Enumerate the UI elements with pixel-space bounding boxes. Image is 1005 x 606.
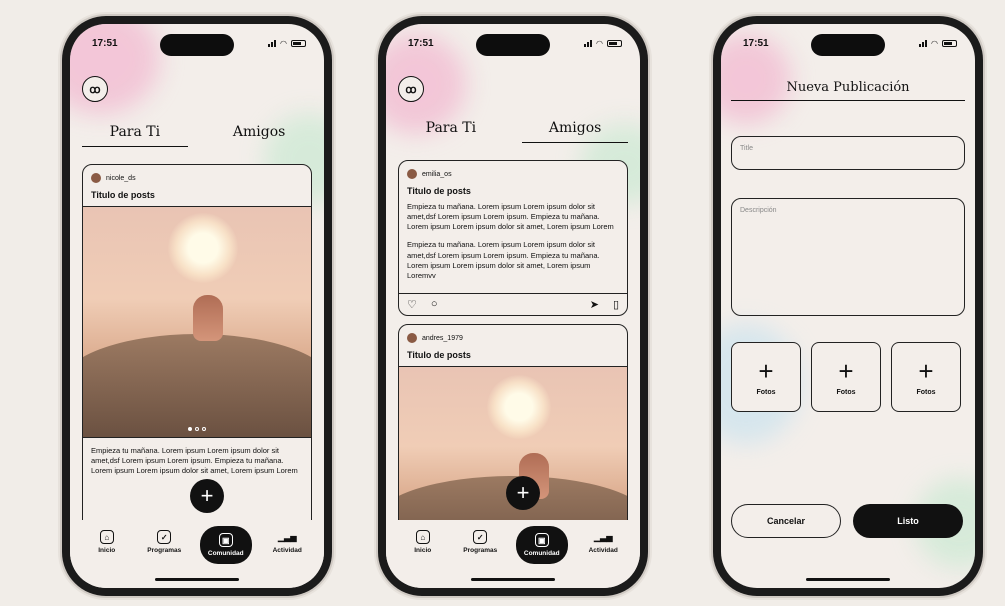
feed-tabs: Para Ti Amigos <box>398 120 628 143</box>
post-body: Empieza tu mañana. Lorem ipsum Lorem ips… <box>91 446 298 476</box>
status-icons: ◠ <box>919 39 957 48</box>
nav-inicio[interactable]: ⌂ Inicio <box>401 530 445 554</box>
tab-amigos[interactable]: Amigos <box>206 124 312 147</box>
new-post-button[interactable]: + <box>506 476 540 510</box>
status-icons: ◠ <box>268 39 306 48</box>
cancel-button[interactable]: Cancelar <box>731 504 841 538</box>
screen: 17:51 ◠ Nueva Publicación Title Descripc… <box>721 24 975 588</box>
comment-icon[interactable]: ○ <box>431 298 438 311</box>
post-header: emilia_os Titulo de posts <box>399 161 627 202</box>
add-photo-button[interactable]: + Fotos <box>811 342 881 412</box>
status-time: 17:51 <box>743 38 769 49</box>
username: andres_1979 <box>422 334 463 342</box>
page-title: Nueva Publicación <box>731 80 965 101</box>
home-indicator <box>806 578 890 581</box>
carousel-dots[interactable] <box>188 427 206 431</box>
home-icon: ⌂ <box>415 530 430 544</box>
post-title: Titulo de posts <box>407 186 471 196</box>
post-header: andres_1979 Titulo de posts <box>399 325 627 366</box>
tab-para-ti[interactable]: Para Ti <box>82 124 188 147</box>
app-logo[interactable]: ꝏ <box>398 76 424 102</box>
username: emilia_os <box>422 170 452 178</box>
sun-shape <box>487 375 551 439</box>
status-time: 17:51 <box>92 38 118 49</box>
activity-icon: ▁▃▅ <box>594 532 613 542</box>
post-image[interactable] <box>83 206 311 438</box>
nav-inicio[interactable]: ⌂ Inicio <box>85 530 129 554</box>
plus-icon: + <box>918 356 934 386</box>
community-icon: ▣ <box>218 533 233 547</box>
post-user[interactable]: andres_1979 <box>407 333 619 343</box>
home-indicator <box>471 578 555 581</box>
avatar[interactable] <box>91 173 101 183</box>
post-user[interactable]: nicole_ds <box>91 173 303 183</box>
plus-icon: + <box>758 356 774 386</box>
post-body: Empieza tu mañana. Lorem ipsum Lorem ips… <box>407 240 600 280</box>
nav-comunidad[interactable]: ▣ Comunidad <box>515 526 568 564</box>
phone-feed-amigos: 17:51 ◠ ꝏ Para Ti Amigos emilia_os Titul… <box>378 16 648 596</box>
avatar[interactable] <box>407 333 417 343</box>
nav-comunidad[interactable]: ▣ Comunidad <box>199 526 252 564</box>
programs-icon: ✓ <box>157 530 172 544</box>
post-body: Empieza tu mañana. Lorem ipsum Lorem ips… <box>407 202 614 232</box>
plus-icon: + <box>838 356 854 386</box>
sun-shape <box>168 213 238 283</box>
wifi-icon: ◠ <box>931 39 938 48</box>
post-header: nicole_ds Titulo de posts <box>83 165 311 206</box>
avatar[interactable] <box>407 169 417 179</box>
signal-icon <box>268 40 277 47</box>
status-icons: ◠ <box>584 39 622 48</box>
nav-actividad[interactable]: ▁▃▅ Actividad <box>265 530 309 555</box>
tab-amigos[interactable]: Amigos <box>522 120 628 143</box>
activity-icon: ▁▃▅ <box>278 532 297 542</box>
programs-icon: ✓ <box>473 530 488 544</box>
screen: 17:51 ◠ ꝏ Para Ti Amigos nicole_ds Titul… <box>70 24 324 588</box>
description-input[interactable]: Descripción <box>731 198 965 316</box>
wifi-icon: ◠ <box>280 39 287 48</box>
phone-new-post: 17:51 ◠ Nueva Publicación Title Descripc… <box>713 16 983 596</box>
nav-actividad[interactable]: ▁▃▅ Actividad <box>581 530 625 555</box>
add-photo-button[interactable]: + Fotos <box>891 342 961 412</box>
wifi-icon: ◠ <box>596 39 603 48</box>
feed-tabs: Para Ti Amigos <box>82 124 312 147</box>
post-actions: ♡ ○ ➤ ▯ <box>399 293 627 315</box>
dynamic-island <box>160 34 234 56</box>
screen: 17:51 ◠ ꝏ Para Ti Amigos emilia_os Titul… <box>386 24 640 588</box>
battery-icon <box>291 40 306 47</box>
post-card: emilia_os Titulo de posts Empieza tu mañ… <box>398 160 628 316</box>
nav-programas[interactable]: ✓ Programas <box>142 530 186 554</box>
community-icon: ▣ <box>534 533 549 547</box>
share-icon[interactable]: ➤ <box>590 298 599 311</box>
home-indicator <box>155 578 239 581</box>
bookmark-icon[interactable]: ▯ <box>613 298 619 311</box>
battery-icon <box>942 40 957 47</box>
like-icon[interactable]: ♡ <box>407 298 417 311</box>
nav-programas[interactable]: ✓ Programas <box>458 530 502 554</box>
title-input[interactable]: Title <box>731 136 965 170</box>
post-user[interactable]: emilia_os <box>407 169 619 179</box>
hill-shape <box>83 333 311 437</box>
home-icon: ⌂ <box>99 530 114 544</box>
status-time: 17:51 <box>408 38 434 49</box>
battery-icon <box>607 40 622 47</box>
app-logo[interactable]: ꝏ <box>82 76 108 102</box>
done-button[interactable]: Listo <box>853 504 963 538</box>
post-title: Titulo de posts <box>91 190 155 200</box>
signal-icon <box>584 40 593 47</box>
username: nicole_ds <box>106 174 136 182</box>
dynamic-island <box>811 34 885 56</box>
add-photo-button[interactable]: + Fotos <box>731 342 801 412</box>
tab-para-ti[interactable]: Para Ti <box>398 120 504 143</box>
new-post-button[interactable]: + <box>190 479 224 513</box>
figure-shape <box>193 295 223 341</box>
signal-icon <box>919 40 928 47</box>
phone-feed-para-ti: 17:51 ◠ ꝏ Para Ti Amigos nicole_ds Titul… <box>62 16 332 596</box>
dynamic-island <box>476 34 550 56</box>
post-title: Titulo de posts <box>407 350 471 360</box>
